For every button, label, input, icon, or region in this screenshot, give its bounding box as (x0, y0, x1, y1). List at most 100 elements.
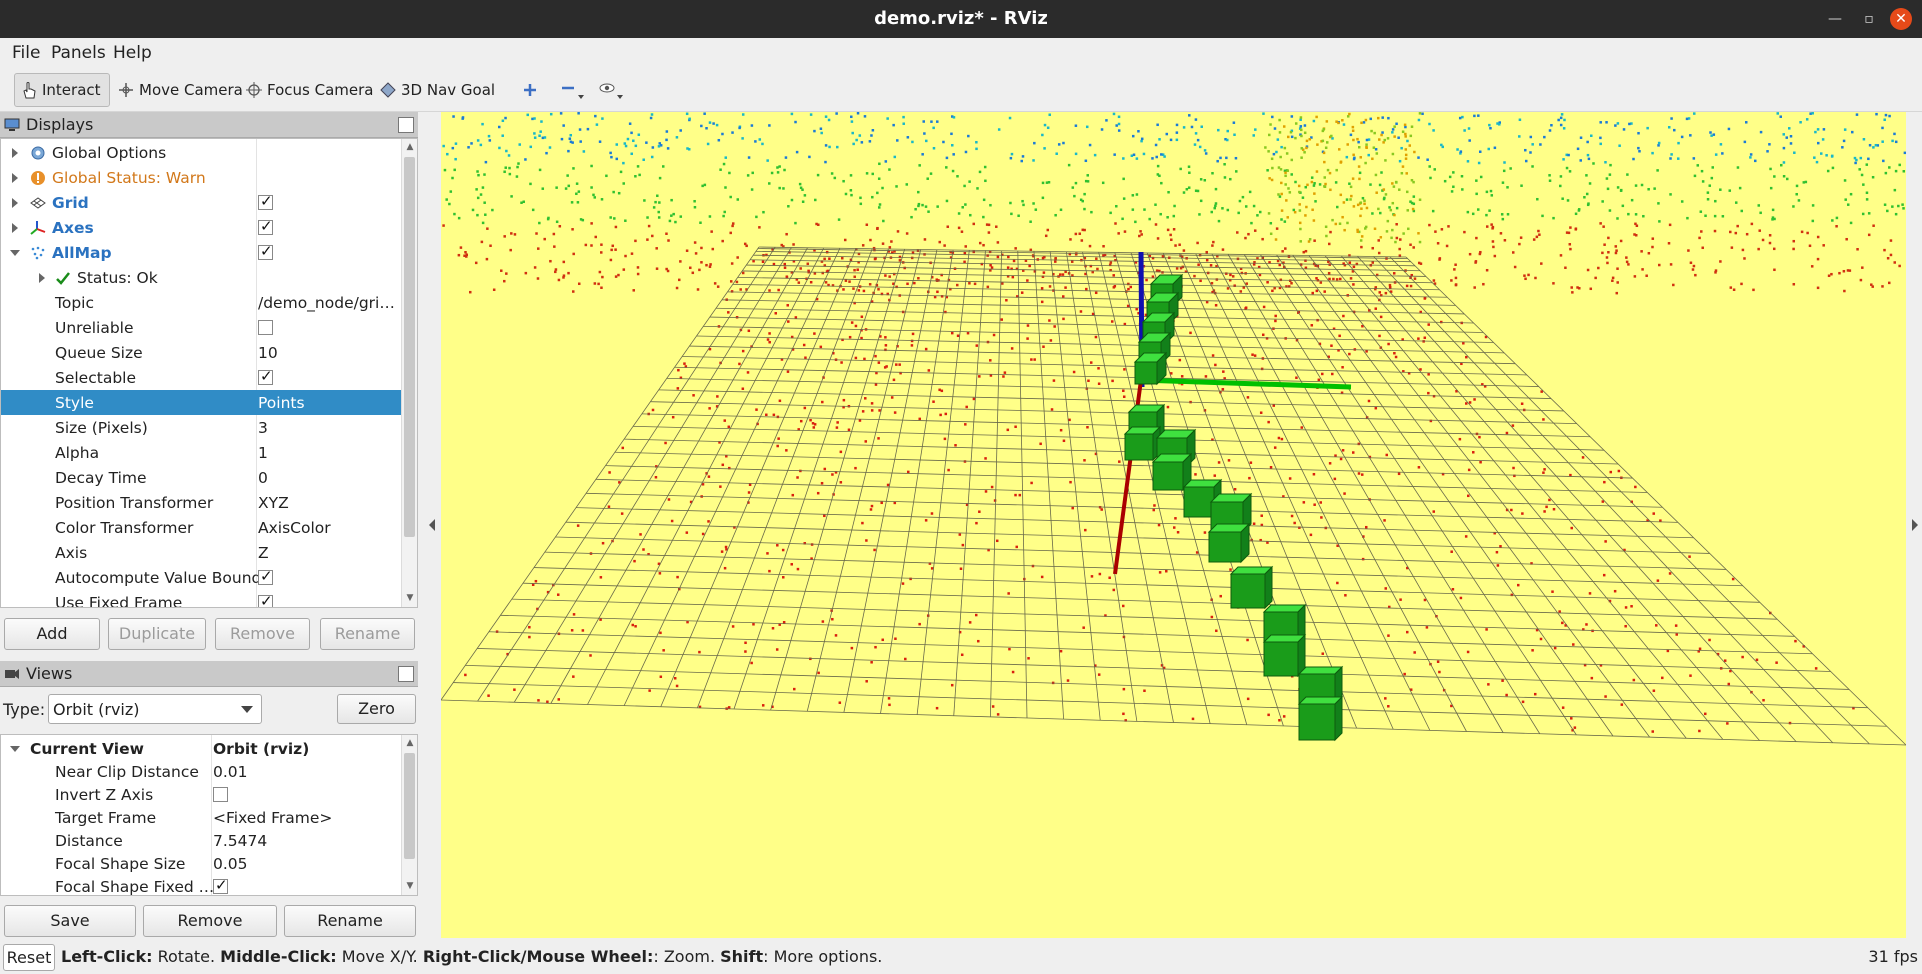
title-bar: demo.rviz* - RViz — ▫ ✕ (0, 0, 1922, 38)
menu-file[interactable]: File (12, 43, 40, 63)
view-row-target-frame[interactable]: Target Frame <Fixed Frame> (1, 805, 401, 830)
row-value[interactable]: Z (258, 544, 400, 562)
move-camera-tool[interactable]: Move Camera (112, 73, 249, 107)
focus-camera-tool[interactable]: Focus Camera (240, 73, 379, 107)
hand-pointer-icon (23, 82, 36, 99)
nav-goal-tool[interactable]: 3D Nav Goal (374, 73, 501, 107)
add-display-button[interactable]: Add (4, 618, 100, 650)
collapse-right-icon[interactable] (1911, 519, 1919, 531)
row-value[interactable]: 3 (258, 419, 400, 437)
view-type-select[interactable]: Orbit (rviz) (48, 694, 262, 724)
occupancy-cubes (1123, 273, 1344, 742)
scroll-up-icon[interactable]: ▲ (405, 738, 415, 748)
menu-help[interactable]: Help (113, 43, 152, 63)
reset-button[interactable]: Reset (3, 944, 55, 971)
focal-shape-fixed-checkbox[interactable] (213, 876, 228, 894)
row-value[interactable]: Points (258, 394, 400, 412)
menu-panels[interactable]: Panels (51, 43, 106, 63)
grid-enabled-checkbox[interactable] (258, 192, 273, 210)
row-label: Axis (55, 543, 88, 562)
tree-row-global-options[interactable]: Global Options (1, 140, 401, 165)
autocompute-checkbox[interactable] (258, 567, 273, 585)
row-value[interactable]: 7.5474 (213, 832, 267, 850)
use-fixed-frame-checkbox[interactable] (258, 592, 273, 607)
scroll-down-icon[interactable]: ▼ (405, 593, 415, 603)
collapse-left-icon[interactable] (428, 519, 436, 531)
row-value[interactable]: /demo_node/grid… (258, 294, 400, 312)
tree-row-allmap[interactable]: AllMap (1, 240, 401, 265)
tree-row-grid[interactable]: Grid (1, 190, 401, 215)
property-row-topic[interactable]: Topic /demo_node/grid… (1, 290, 401, 315)
displays-scrollbar[interactable]: ▲ ▼ (401, 139, 417, 607)
remove-display-button[interactable]: Remove (215, 618, 310, 650)
rename-view-button[interactable]: Rename (284, 905, 416, 937)
view-row-invert-z[interactable]: Invert Z Axis (1, 782, 401, 807)
row-value[interactable]: 0.01 (213, 763, 248, 781)
zero-view-button[interactable]: Zero (337, 694, 416, 724)
views-scrollbar[interactable]: ▲ ▼ (401, 735, 417, 895)
property-row-decay-time[interactable]: Decay Time 0 (1, 465, 401, 490)
scrollbar-thumb[interactable] (404, 157, 415, 537)
allmap-enabled-checkbox[interactable] (258, 242, 273, 260)
unreliable-checkbox[interactable] (258, 320, 273, 335)
chevron-right-icon (39, 272, 45, 283)
render-viewport[interactable] (441, 112, 1906, 938)
view-row-current-view[interactable]: Current View Orbit (rviz) (1, 736, 401, 761)
property-row-autocompute-bounds[interactable]: Autocompute Value Bounds (1, 565, 401, 590)
row-value[interactable]: 1 (258, 444, 400, 462)
row-value[interactable]: XYZ (258, 494, 400, 512)
right-splitter[interactable] (1906, 112, 1922, 938)
tree-row-axes[interactable]: Axes (1, 215, 401, 240)
property-row-queue-size[interactable]: Queue Size 10 (1, 340, 401, 365)
save-view-button[interactable]: Save (4, 905, 136, 937)
property-row-axis[interactable]: Axis Z (1, 540, 401, 565)
axes-icon (30, 220, 46, 235)
status-bar: Reset Left-Click: Rotate. Middle-Click: … (0, 940, 1922, 974)
views-float-checkbox[interactable] (398, 666, 414, 682)
view-row-distance[interactable]: Distance 7.5474 (1, 828, 401, 853)
warning-icon (31, 170, 45, 185)
row-value[interactable]: 10 (258, 344, 400, 362)
property-row-size-pixels[interactable]: Size (Pixels) 3 (1, 415, 401, 440)
remove-view-button[interactable]: Remove (143, 905, 277, 937)
row-value[interactable]: <Fixed Frame> (213, 809, 332, 827)
monitor-icon (4, 118, 20, 131)
nav-goal-icon (380, 82, 396, 98)
property-row-selectable[interactable]: Selectable (1, 365, 401, 390)
row-value[interactable]: 0.05 (213, 855, 248, 873)
property-row-alpha[interactable]: Alpha 1 (1, 440, 401, 465)
duplicate-display-button[interactable]: Duplicate (108, 618, 206, 650)
remove-tool-button[interactable] (554, 73, 592, 107)
row-label: Status: Ok (77, 268, 158, 287)
property-row-unreliable[interactable]: Unreliable (1, 315, 401, 340)
row-value[interactable]: 0 (258, 469, 400, 487)
view-row-focal-shape-size[interactable]: Focal Shape Size 0.05 (1, 851, 401, 876)
scrollbar-thumb[interactable] (404, 753, 415, 859)
rename-display-button[interactable]: Rename (320, 618, 415, 650)
views-panel-header: Views (0, 661, 418, 687)
property-row-color-transformer[interactable]: Color Transformer AxisColor (1, 515, 401, 540)
property-row-style[interactable]: Style Points (1, 390, 401, 415)
tree-row-status-ok[interactable]: Status: Ok (1, 265, 401, 290)
row-value[interactable]: AxisColor (258, 519, 400, 537)
close-icon[interactable]: ✕ (1890, 8, 1912, 30)
axes-enabled-checkbox[interactable] (258, 217, 273, 235)
property-row-use-fixed-frame[interactable]: Use Fixed Frame (1, 590, 401, 607)
interact-tool[interactable]: Interact (14, 73, 110, 107)
scroll-up-icon[interactable]: ▲ (405, 142, 415, 152)
maximize-icon[interactable]: ▫ (1858, 8, 1880, 30)
displays-float-checkbox[interactable] (398, 117, 414, 133)
view-tool-button[interactable] (592, 73, 632, 107)
selectable-checkbox[interactable] (258, 367, 273, 385)
property-row-position-transformer[interactable]: Position Transformer XYZ (1, 490, 401, 515)
minimize-icon[interactable]: — (1824, 8, 1846, 30)
minus-icon (562, 86, 584, 99)
scroll-down-icon[interactable]: ▼ (405, 881, 415, 891)
left-splitter[interactable] (424, 112, 441, 938)
tree-row-global-status[interactable]: Global Status: Warn (1, 165, 401, 190)
view-row-near-clip[interactable]: Near Clip Distance 0.01 (1, 759, 401, 784)
add-tool-button[interactable] (516, 73, 544, 107)
view-row-focal-shape-fixed[interactable]: Focal Shape Fixed … (1, 874, 401, 895)
invert-z-checkbox[interactable] (213, 787, 228, 802)
3d-scene[interactable] (441, 112, 1906, 938)
